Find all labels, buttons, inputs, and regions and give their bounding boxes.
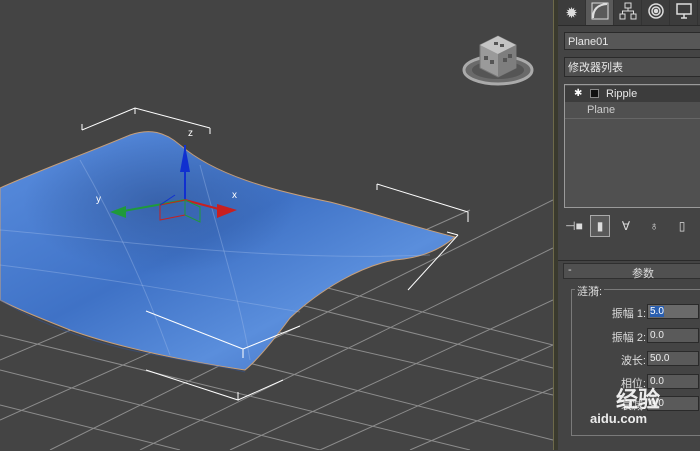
stack-item-label: Plane <box>587 104 616 116</box>
stack-toolbar: ⊣■ ▮ ∀ ♁ ▯ <box>558 214 700 238</box>
wave-length-label: 波长: <box>620 355 646 367</box>
amplitude1-row: 振幅 1: 5.0 <box>558 304 700 320</box>
modifier-list-label: 修改器列表 <box>568 62 623 74</box>
make-unique-button[interactable]: ∀ <box>614 216 638 236</box>
collapse-minus-icon: - <box>568 264 572 276</box>
wave-length-row: 波长: 50.0 <box>558 351 700 367</box>
lightbulb-icon[interactable]: ✱ <box>574 86 582 102</box>
command-panel-tabs: ✹ <box>558 0 700 26</box>
sun-icon: ✹ <box>565 4 578 22</box>
object-name-field[interactable]: Plane01 <box>564 32 700 50</box>
watermark-sub-text: aidu.com <box>590 411 648 426</box>
stack-item-ripple[interactable]: ✱ Ripple <box>565 86 700 102</box>
amplitude1-spinner[interactable]: 5.0 <box>647 304 699 319</box>
wave-length-spinner[interactable]: 50.0 <box>647 351 699 366</box>
display-tab[interactable] <box>670 0 698 25</box>
wave-length-value: 50.0 <box>650 353 670 364</box>
parameters-rollout-header[interactable]: - 参数 <box>563 263 700 280</box>
amplitude2-value: 0.0 <box>650 330 664 341</box>
viewcube[interactable] <box>462 35 534 86</box>
unique-icon: ∀ <box>621 219 631 233</box>
viewport-canvas[interactable]: z y x <box>0 0 553 450</box>
amplitude2-label: 振幅 2: <box>611 332 646 344</box>
gizmo-y-label: y <box>96 194 101 205</box>
remove-modifier-button[interactable]: ♁ <box>642 216 666 236</box>
stack-item-plane[interactable]: Plane <box>565 102 700 119</box>
gizmo-z-label: z <box>188 128 193 139</box>
hierarchy-icon <box>619 2 637 24</box>
modifier-list-dropdown[interactable]: 修改器列表 <box>564 57 700 77</box>
stack-item-label: Ripple <box>606 88 638 100</box>
trash-icon: ♁ <box>649 219 659 233</box>
baidu-watermark: 经验 aidu.com <box>588 388 660 426</box>
amplitude1-value: 5.0 <box>650 306 664 317</box>
end-result-icon: ▮ <box>596 219 604 233</box>
create-tab[interactable]: ✹ <box>558 0 586 25</box>
gizmo-x-label: x <box>232 190 237 201</box>
show-end-result-button[interactable]: ▮ <box>590 215 610 237</box>
hierarchy-tab[interactable] <box>614 0 642 25</box>
amplitude2-row: 振幅 2: 0.0 <box>558 328 700 344</box>
ripple-group-title: 涟漪: <box>575 283 605 299</box>
configure-sets-button[interactable]: ▯ <box>670 216 694 236</box>
amplitude1-label: 振幅 1: <box>611 308 646 320</box>
perspective-viewport[interactable]: z y x <box>0 0 553 450</box>
modify-tab[interactable] <box>586 0 614 25</box>
modify-icon <box>591 2 609 24</box>
display-icon <box>675 2 693 24</box>
command-panel: ✹ Plane01 修改器列表 ✱ Ripple Plane ⊣■ ▮ ∀ ♁ … <box>558 0 700 450</box>
amplitude2-spinner[interactable]: 0.0 <box>647 328 699 343</box>
object-name-text: Plane01 <box>568 36 609 48</box>
configure-icon: ▯ <box>678 219 686 233</box>
watermark-main-text: 经验 <box>616 387 661 412</box>
pin-stack-button[interactable]: ⊣■ <box>562 216 586 236</box>
motion-tab[interactable] <box>642 0 670 25</box>
rollout-title: 参数 <box>632 268 654 280</box>
pin-icon: ⊣■ <box>565 219 583 233</box>
phase-value: 0.0 <box>650 376 664 387</box>
motion-icon <box>647 2 665 24</box>
expand-plus-icon[interactable] <box>590 89 599 98</box>
modifier-stack[interactable]: ✱ Ripple Plane <box>564 84 700 208</box>
